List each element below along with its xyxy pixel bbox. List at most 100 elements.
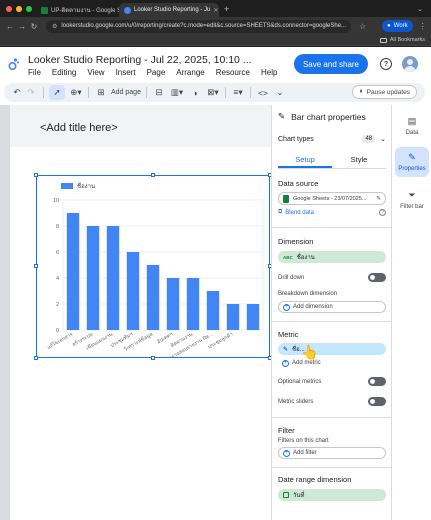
- bar-chart-component[interactable]: ชื่องาน 0 2 4 6 8 10 แก้ไขเอกสาร สร้างระบบ เขียนแ…: [34, 173, 271, 362]
- select-cursor-icon[interactable]: ➚: [49, 85, 65, 100]
- menu-file[interactable]: File: [28, 68, 41, 77]
- data-source-select[interactable]: Google Sheets - 23/07/2025... ✎: [278, 192, 386, 205]
- resize-handle[interactable]: [151, 356, 155, 360]
- looker-studio-logo-icon[interactable]: [8, 57, 20, 71]
- folder-icon: [379, 37, 387, 43]
- resize-handle[interactable]: [34, 356, 38, 360]
- sheets-favicon-icon: [41, 6, 48, 14]
- menu-insert[interactable]: Insert: [116, 68, 136, 77]
- rail-data-label: Data: [405, 130, 419, 136]
- avatar[interactable]: [402, 56, 418, 72]
- tab-search-chevron-icon[interactable]: ⌄: [417, 5, 423, 13]
- resize-handle[interactable]: [151, 173, 155, 177]
- embed-code-icon[interactable]: <>: [256, 85, 270, 100]
- optional-metrics-label: Optional metrics: [278, 378, 322, 385]
- rail-properties-button[interactable]: ✎ Properties: [395, 147, 429, 177]
- edit-metric-icon[interactable]: ✎: [283, 346, 288, 353]
- align-icon[interactable]: ≡▾: [231, 85, 245, 100]
- date-range-chip[interactable]: วันที่: [278, 489, 386, 501]
- add-page-button[interactable]: Add page: [111, 89, 141, 96]
- help-icon[interactable]: ?: [380, 58, 392, 70]
- add-control-icon[interactable]: ⊠▾: [206, 85, 220, 100]
- resize-handle[interactable]: [34, 173, 38, 177]
- minimize-window-button[interactable]: [16, 5, 22, 12]
- add-filter-button[interactable]: + Add filter: [278, 447, 386, 459]
- report-page[interactable]: <Add title here> ชื่องาน 0 2 4 6 8 10 แก้ไขเอกส…: [10, 105, 271, 520]
- profile-work-button[interactable]: ● Work: [382, 20, 413, 32]
- optional-metrics-toggle[interactable]: [368, 377, 386, 386]
- window-controls: [6, 5, 36, 12]
- properties-panel: ✎ Bar chart properties Chart types 48 ⌄ …: [271, 105, 392, 520]
- toolbar-divider: [224, 87, 226, 98]
- tab-setup[interactable]: Setup: [278, 153, 332, 168]
- maximize-window-button[interactable]: [26, 5, 32, 12]
- add-dimension-label: Add dimension: [293, 304, 333, 310]
- close-window-button[interactable]: [6, 5, 12, 12]
- forward-arrow-icon[interactable]: →: [16, 22, 28, 31]
- drill-down-row: Drill down: [278, 273, 386, 282]
- resize-handle[interactable]: [34, 264, 38, 268]
- community-viz-icon[interactable]: ◑: [188, 85, 202, 100]
- help-circle-icon[interactable]: ?: [379, 209, 386, 216]
- rail-filter-bar-button[interactable]: ⏷ Filter bar: [395, 185, 429, 215]
- reload-icon[interactable]: ↻: [28, 22, 40, 31]
- menu-view[interactable]: View: [87, 68, 104, 77]
- chart-bar: [126, 252, 140, 330]
- menu-page[interactable]: Page: [147, 68, 166, 77]
- add-dimension-button[interactable]: + Add dimension: [278, 301, 386, 313]
- zoom-icon[interactable]: ⊕▾: [69, 85, 83, 100]
- all-bookmarks-button[interactable]: All Bookmarks: [379, 37, 425, 43]
- new-tab-button[interactable]: +: [224, 4, 229, 14]
- side-rail: ▤ Data ✎ Properties ⏷ Filter bar: [391, 105, 431, 520]
- browser-tab-strip: UP-ติดตามงาน - Google Sheets ✕ Looker St…: [0, 0, 431, 17]
- blend-data-link[interactable]: ⧉ Blend data ?: [278, 209, 386, 216]
- pause-icon: ⏸: [359, 88, 363, 95]
- site-info-icon[interactable]: ⚙: [52, 23, 57, 30]
- report-title[interactable]: Looker Studio Reporting - Jul 22, 2025, …: [28, 54, 252, 66]
- menu-arrange[interactable]: Arrange: [176, 68, 204, 77]
- edit-source-icon[interactable]: ✎: [376, 196, 381, 202]
- hand-cursor-icon: 👆: [301, 344, 319, 360]
- drill-down-toggle[interactable]: [368, 273, 386, 282]
- chart-types-row[interactable]: Chart types 48 ⌄: [278, 135, 386, 143]
- add-data-icon[interactable]: ⊟: [152, 85, 166, 100]
- browser-menu-icon[interactable]: ⋮: [419, 22, 427, 31]
- chart-bar: [206, 291, 220, 330]
- chevron-down-icon[interactable]: ⌄: [380, 135, 386, 143]
- back-arrow-icon[interactable]: ←: [4, 22, 16, 31]
- menu-editing[interactable]: Editing: [52, 68, 76, 77]
- add-metric-button[interactable]: + Add metric: [278, 357, 386, 369]
- browser-tab-looker[interactable]: Looker Studio Reporting - Ju ✕: [119, 3, 219, 17]
- pause-updates-button[interactable]: ⏸ Pause updates: [352, 85, 417, 99]
- blend-data-label: Blend data: [285, 209, 314, 216]
- add-chart-icon[interactable]: ▥▾: [170, 85, 184, 100]
- redo-icon[interactable]: ↷: [24, 85, 38, 100]
- metric-sliders-toggle[interactable]: [368, 397, 386, 406]
- metric-chip[interactable]: ✎ ชื่อ...: [278, 343, 386, 355]
- rail-data-button[interactable]: ▤ Data: [395, 111, 429, 141]
- add-title-placeholder[interactable]: <Add title here>: [40, 122, 118, 134]
- chart-bar: [186, 278, 200, 330]
- pencil-icon: ✎: [408, 152, 416, 162]
- filter-heading: Filter: [278, 426, 295, 435]
- menu-resource[interactable]: Resource: [216, 68, 250, 77]
- add-page-icon[interactable]: ⊞: [94, 85, 108, 100]
- date-range-heading: Date range dimension: [278, 475, 352, 484]
- browser-tab-sheets[interactable]: UP-ติดตามงาน - Google Sheets ✕: [36, 3, 119, 17]
- filters-on-chart-label: Filters on this chart: [278, 438, 329, 444]
- save-and-share-button[interactable]: Save and share: [294, 54, 368, 74]
- toolbar-divider: [145, 87, 147, 98]
- menu-help[interactable]: Help: [261, 68, 277, 77]
- bookmark-star-icon[interactable]: ☆: [359, 22, 366, 31]
- dimension-chip-label: ชื่องาน: [296, 255, 315, 261]
- add-circle-icon: +: [283, 303, 290, 311]
- dimension-chip[interactable]: ABC ชื่องาน: [278, 251, 386, 263]
- chart-types-label: Chart types: [278, 135, 314, 143]
- close-tab-icon[interactable]: ✕: [213, 7, 218, 14]
- more-options-icon[interactable]: ⌄: [273, 85, 287, 100]
- undo-icon[interactable]: ↶: [10, 85, 24, 100]
- breakdown-dimension-label: Breakdown dimension: [278, 291, 338, 297]
- date-range-chip-label: วันที่: [293, 493, 305, 499]
- tab-style[interactable]: Style: [332, 153, 386, 168]
- url-bar[interactable]: ⚙ lookerstudio.google.com/u/0/reporting/…: [46, 19, 351, 33]
